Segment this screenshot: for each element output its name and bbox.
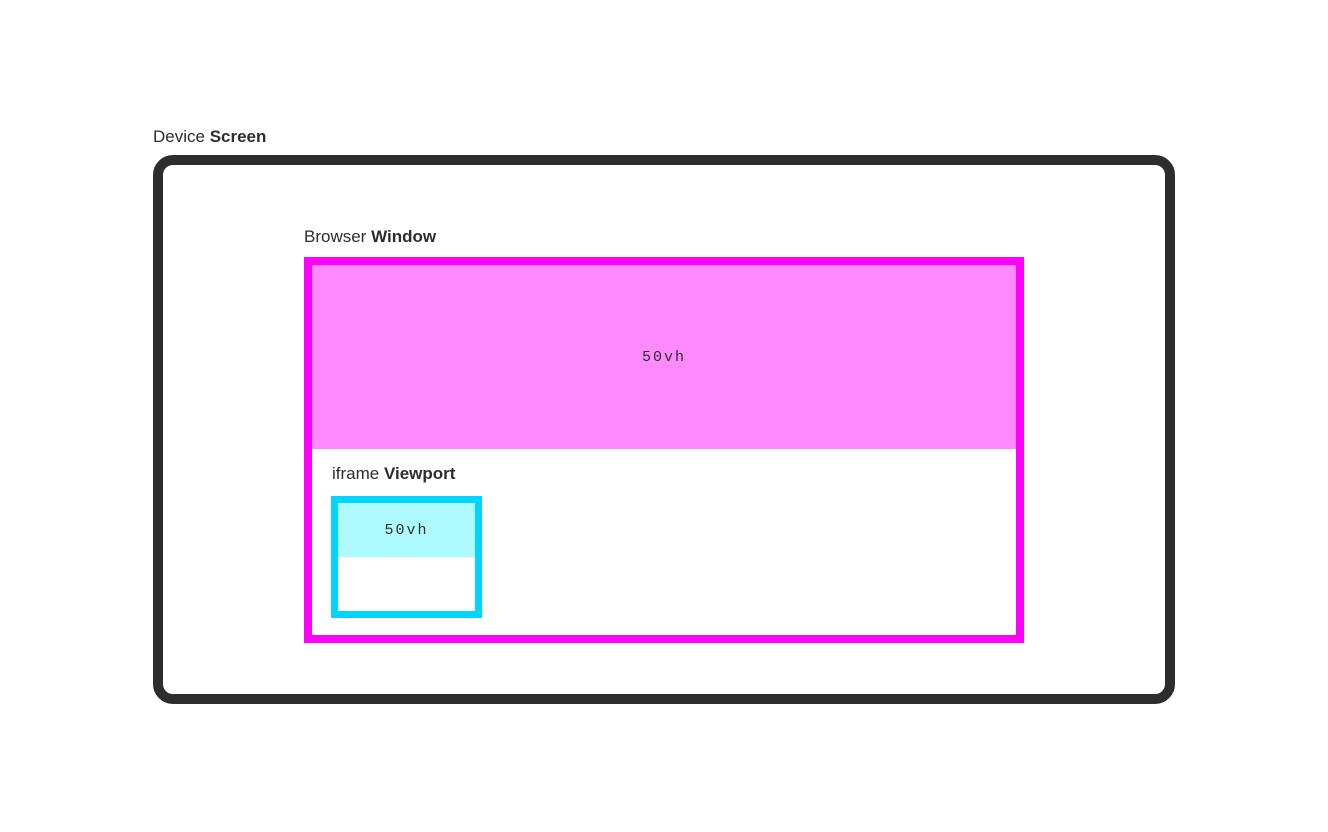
browser-window-label: Browser Window	[304, 227, 436, 247]
iframe-viewport-label-bold: Viewport	[384, 464, 455, 483]
device-screen-label-bold: Screen	[210, 127, 267, 146]
browser-window-label-bold: Window	[371, 227, 436, 246]
iframe-viewport-box: 50vh	[331, 496, 482, 618]
device-screen-label: Device Screen	[153, 127, 1175, 147]
browser-window-label-prefix: Browser	[304, 227, 371, 246]
vh-label-large: 50vh	[642, 349, 686, 366]
diagram-container: Device Screen Browser Window 50vh iframe…	[153, 127, 1175, 704]
device-screen-box: Browser Window 50vh iframe Viewport 50vh	[153, 155, 1175, 704]
iframe-viewport-label: iframe Viewport	[332, 464, 455, 484]
browser-window-fill: 50vh	[312, 265, 1016, 449]
vh-label-small: 50vh	[384, 522, 428, 539]
iframe-viewport-fill: 50vh	[338, 503, 475, 557]
iframe-viewport-label-prefix: iframe	[332, 464, 384, 483]
device-screen-label-prefix: Device	[153, 127, 210, 146]
browser-window-box: 50vh iframe Viewport 50vh	[304, 257, 1024, 643]
